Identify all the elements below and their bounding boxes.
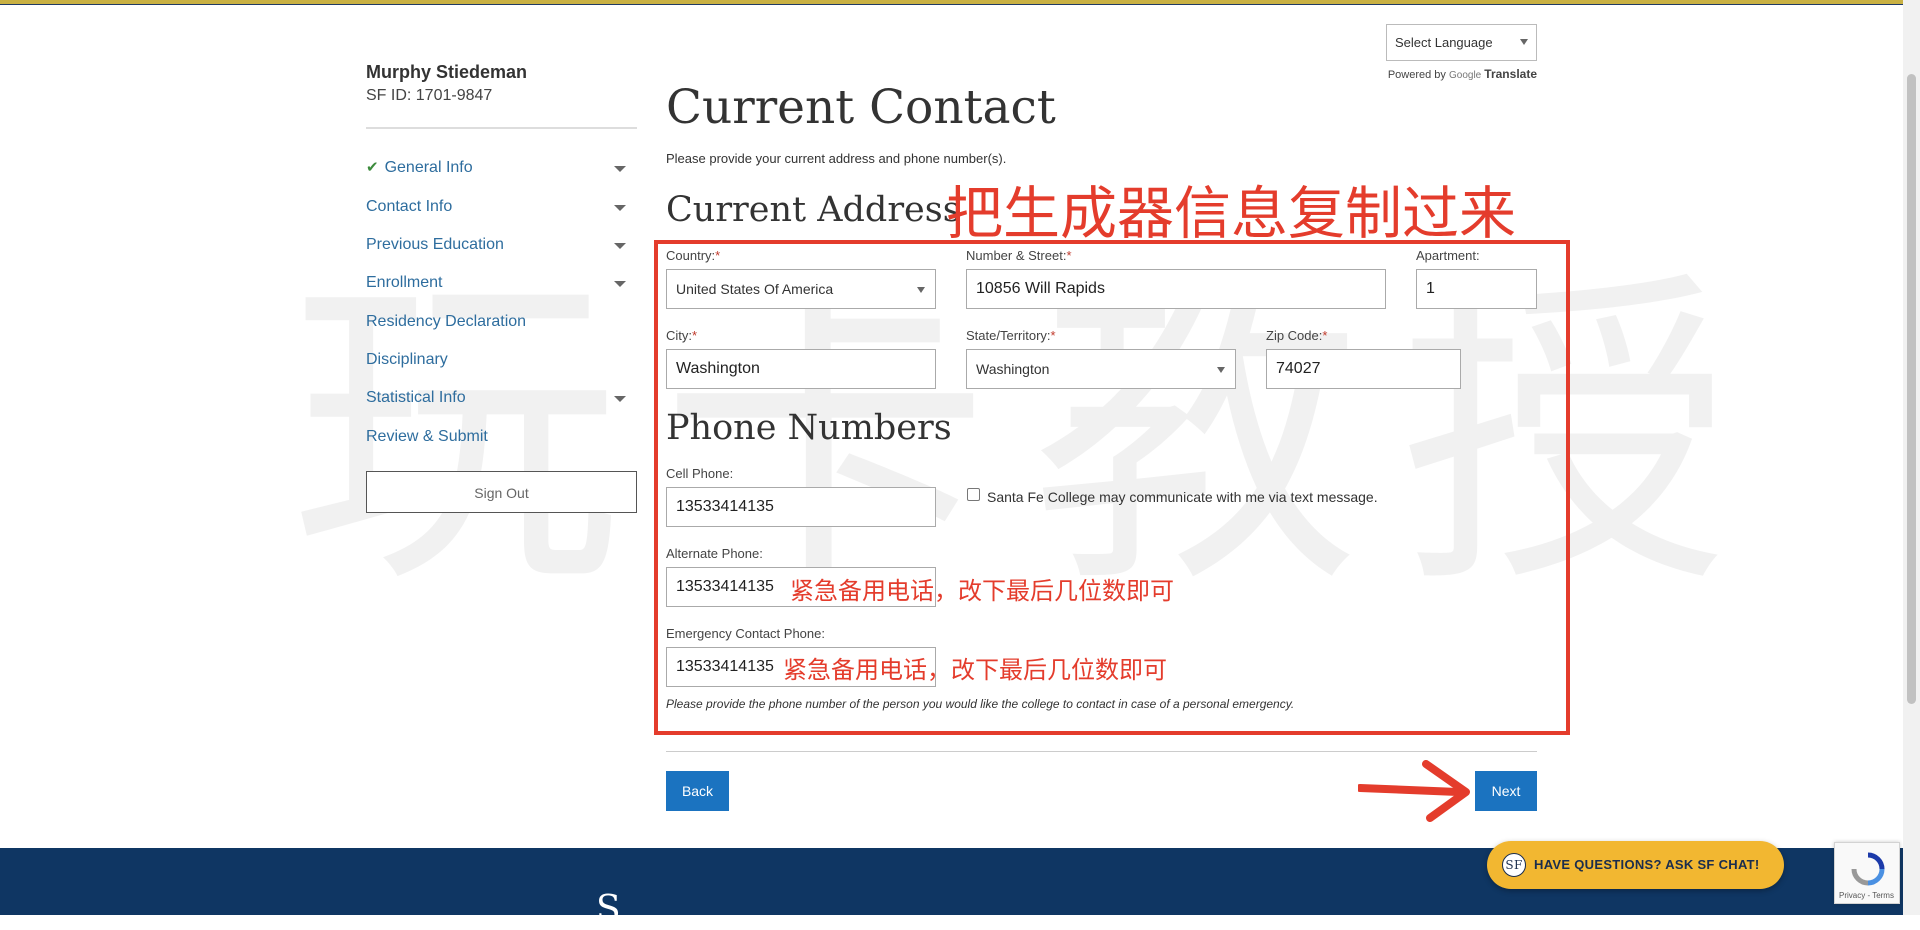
state-label: State/Territory:* <box>966 328 1056 343</box>
next-button[interactable]: Next <box>1475 771 1537 811</box>
check-icon: ✔ <box>366 159 379 176</box>
cell-phone-label: Cell Phone: <box>666 466 734 481</box>
annotation-arrow-icon <box>1358 760 1470 822</box>
sign-out-button[interactable]: Sign Out <box>366 471 637 513</box>
country-select[interactable]: United States Of America <box>666 269 936 309</box>
street-label-text: Number & Street: <box>966 248 1067 263</box>
language-select-label: Select Language <box>1395 35 1493 50</box>
state-select-value: Washington <box>976 361 1050 377</box>
chevron-down-icon <box>1520 39 1528 45</box>
sidebar-item-disciplinary[interactable]: Disciplinary <box>366 347 626 373</box>
chevron-down-icon <box>1217 367 1225 373</box>
page-title: Current Contact <box>666 80 1056 135</box>
state-label-text: State/Territory: <box>966 328 1051 343</box>
recaptcha-icon <box>1851 852 1885 886</box>
apartment-label: Apartment: <box>1416 248 1480 263</box>
sidebar-item-enrollment[interactable]: Enrollment <box>366 270 626 296</box>
sidebar-divider <box>366 127 637 129</box>
translate-link[interactable]: Translate <box>1484 67 1537 81</box>
chevron-down-icon[interactable] <box>614 166 626 172</box>
sidebar-item-previous-education[interactable]: Previous Education <box>366 232 626 258</box>
emergency-phone-label: Emergency Contact Phone: <box>666 626 825 641</box>
form-divider <box>666 751 1537 752</box>
student-name: Murphy Stiedeman <box>366 62 528 82</box>
annotation-alternate-note: 紧急备用电话，改下最后几位数即可 <box>790 577 1174 605</box>
powered-by-text: Powered by <box>1387 69 1446 81</box>
zip-input[interactable]: 74027 <box>1266 349 1461 389</box>
chevron-down-icon[interactable] <box>614 243 626 249</box>
city-label-text: City: <box>666 328 692 343</box>
required-mark: * <box>1050 328 1056 343</box>
page-description: Please provide your current address and … <box>666 151 1007 166</box>
chevron-down-icon[interactable] <box>614 396 626 402</box>
footer-logo: S <box>596 889 621 930</box>
sf-chat-button[interactable]: SF HAVE QUESTIONS? ASK SF CHAT! <box>1487 841 1784 889</box>
required-mark: * <box>715 248 721 263</box>
country-label-text: Country: <box>666 248 716 263</box>
sidebar-item-label: Statistical Info <box>366 389 466 406</box>
google-logo-text: Google <box>1448 70 1482 81</box>
back-button[interactable]: Back <box>666 771 729 811</box>
sidebar-item-contact-info[interactable]: Contact Info <box>366 194 626 220</box>
sidebar-item-label: General Info <box>384 159 473 176</box>
powered-by-google-translate: Powered by Google Translate <box>1386 67 1537 81</box>
emergency-help-text: Please provide the phone number of the p… <box>666 697 1295 711</box>
phone-numbers-heading: Phone Numbers <box>666 408 952 448</box>
city-label: City:* <box>666 328 697 343</box>
required-mark: * <box>692 328 698 343</box>
annotation-emergency-note: 紧急备用电话，改下最后几位数即可 <box>783 656 1167 684</box>
sf-chat-label: HAVE QUESTIONS? ASK SF CHAT! <box>1534 857 1760 872</box>
recaptcha-badge[interactable]: Privacy - Terms <box>1834 842 1900 904</box>
city-input[interactable]: Washington <box>666 349 936 389</box>
sidebar-item-label: Previous Education <box>366 236 504 253</box>
street-label: Number & Street:* <box>966 248 1072 263</box>
country-label: Country:* <box>666 248 720 263</box>
sidebar-item-residency-declaration[interactable]: Residency Declaration <box>366 309 626 335</box>
sidebar-item-review-submit[interactable]: Review & Submit <box>366 424 626 450</box>
required-mark: * <box>1066 248 1072 263</box>
language-select[interactable]: Select Language <box>1386 24 1537 61</box>
sidebar-item-label: Review & Submit <box>366 428 488 445</box>
cell-phone-input[interactable]: 13533414135 <box>666 487 936 527</box>
top-accent-bar <box>0 0 1920 5</box>
student-id: SF ID: 1701-9847 <box>366 87 493 104</box>
apartment-input[interactable]: 1 <box>1416 269 1537 309</box>
page-scrollbar[interactable] <box>1903 0 1920 915</box>
current-address-heading: Current Address <box>666 190 961 230</box>
scrollbar-thumb[interactable] <box>1907 74 1916 704</box>
recaptcha-links[interactable]: Privacy - Terms <box>1839 891 1894 900</box>
sf-logo-icon: SF <box>1502 853 1526 877</box>
sidebar-item-label: Enrollment <box>366 274 443 291</box>
zip-label: Zip Code:* <box>1266 328 1327 343</box>
sidebar-item-label: Contact Info <box>366 198 453 215</box>
chevron-down-icon[interactable] <box>614 281 626 287</box>
chevron-down-icon <box>917 287 925 293</box>
sidebar-item-statistical-info[interactable]: Statistical Info <box>366 385 626 411</box>
sidebar-item-label: Disciplinary <box>366 351 448 368</box>
required-mark: * <box>1322 328 1328 343</box>
sidebar-item-general-info[interactable]: ✔ General Info <box>366 155 626 181</box>
street-input[interactable]: 10856 Will Rapids <box>966 269 1386 309</box>
zip-label-text: Zip Code: <box>1266 328 1323 343</box>
alternate-phone-label: Alternate Phone: <box>666 546 763 561</box>
annotation-copy-generator: 把生成器信息复制过来 <box>946 181 1516 247</box>
country-select-value: United States Of America <box>676 281 834 297</box>
text-consent-label[interactable]: Santa Fe College may communicate with me… <box>987 489 1378 505</box>
chevron-down-icon[interactable] <box>614 205 626 211</box>
sidebar-item-label: Residency Declaration <box>366 313 527 330</box>
state-select[interactable]: Washington <box>966 349 1236 389</box>
text-consent-checkbox[interactable] <box>967 488 980 501</box>
